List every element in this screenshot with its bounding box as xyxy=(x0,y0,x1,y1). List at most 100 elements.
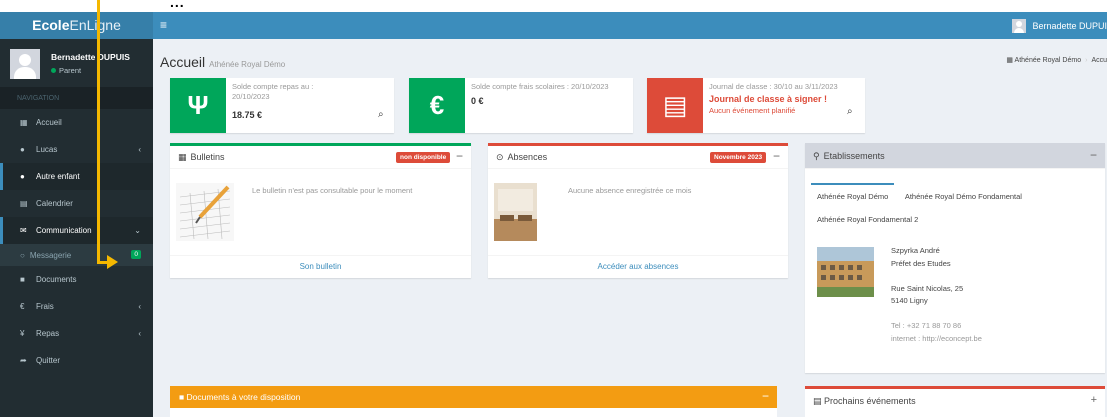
messagerie-badge: 0 xyxy=(131,250,141,259)
expand-icon[interactable]: + xyxy=(1091,394,1097,406)
online-dot-icon xyxy=(51,68,56,73)
contact-street: Rue Saint Nicolas, 25 xyxy=(891,284,964,293)
documents-header: ■ Documents à votre disposition − xyxy=(170,386,777,408)
book-icon: ▤ xyxy=(647,78,703,133)
search-icon[interactable]: ⌕ xyxy=(847,106,853,117)
etablissements-box: ⚲ Etablissements − Athénée Royal Démo Ath… xyxy=(805,143,1105,373)
collapse-icon[interactable]: − xyxy=(456,149,463,163)
classroom-illustration xyxy=(494,183,537,241)
absences-footer-link[interactable]: Accéder aux absences xyxy=(488,255,788,278)
repas-value: 18.75 € xyxy=(232,110,263,120)
contact-web[interactable]: internet : http://econcept.be xyxy=(891,334,982,343)
bulletins-box: ▦ Bulletins non disponible − Le bulletin … xyxy=(170,143,471,278)
contact-role: Préfet des Etudes xyxy=(891,259,951,268)
tab-athenee-royal-fondamental-2[interactable]: Athénée Royal Fondamental 2 xyxy=(811,208,924,231)
info-box-frais[interactable]: € Solde compte frais scolaires : 20/10/2… xyxy=(409,78,633,133)
bars-icon[interactable]: ≡ xyxy=(160,18,167,32)
chevron-left-icon: ‹ xyxy=(138,145,141,154)
folder-icon: ■ xyxy=(179,392,187,402)
prochains-title: ▤ Prochains événements xyxy=(813,396,916,406)
header-user-name: Bernadette DUPUI xyxy=(1032,21,1107,31)
cutlery-icon: ¥ xyxy=(20,329,25,338)
sidebar-item-quitter[interactable]: ➦ Quitter xyxy=(0,347,153,374)
annotation-line-vertical xyxy=(97,0,100,264)
search-icon[interactable]: ⌕ xyxy=(378,109,384,120)
annotation-text: ... xyxy=(170,0,185,10)
journal-sub: Aucun événement planifié xyxy=(709,106,796,115)
breadcrumb-item[interactable]: Athénée Royal Démo xyxy=(1015,57,1082,64)
documents-title: ■ Documents à votre disposition xyxy=(179,392,301,402)
tab-athenee-royal-demo[interactable]: Athénée Royal Démo xyxy=(811,183,895,208)
brand-light: EnLigne xyxy=(69,17,121,33)
frais-label: Solde compte frais scolaires : 20/10/202… xyxy=(471,82,609,91)
tab-athenee-royal-demo-fondamental[interactable]: Athénée Royal Démo Fondamental xyxy=(899,185,1028,208)
bulletins-footer-link[interactable]: Son bulletin xyxy=(170,255,471,278)
map-marker-icon: ⚲ xyxy=(813,151,820,161)
users-icon: ● xyxy=(20,172,25,181)
sidebar-item-frais[interactable]: € Frais ‹ xyxy=(0,293,153,320)
sidebar-item-communication[interactable]: ✉ Communication ⌄ xyxy=(0,217,153,244)
absences-message: Aucune absence enregistrée ce mois xyxy=(568,186,692,195)
brand-bold: Ecole xyxy=(32,17,70,33)
nav-header: NAVIGATION xyxy=(0,87,153,109)
documents-box: ■ Documents à votre disposition − xyxy=(170,386,777,417)
chevron-left-icon: ‹ xyxy=(138,329,141,338)
journal-alert: Journal de classe à signer ! xyxy=(709,94,828,104)
euro-icon: € xyxy=(409,78,465,133)
header-user-menu[interactable]: Bernadette DUPUI xyxy=(1012,16,1107,36)
breadcrumb-current: Accu xyxy=(1091,57,1107,64)
user-icon: ● xyxy=(20,145,25,154)
euro-icon: € xyxy=(20,302,25,311)
top-strip: ... xyxy=(0,0,1107,12)
sidebar-user-name: Bernadette DUPUIS xyxy=(51,52,130,62)
contact-name: Szpyrka André xyxy=(891,246,940,255)
absences-box: ⊙ Absences Novembre 2023 − Aucune absence… xyxy=(488,143,788,278)
collapse-icon[interactable]: − xyxy=(1090,148,1097,162)
sidebar: Bernadette DUPUIS Parent NAVIGATION ▦ Acc… xyxy=(0,39,153,417)
sidebar-item-autre-enfant[interactable]: ● Autre enfant xyxy=(0,163,153,190)
th-icon: ▦ xyxy=(20,118,28,127)
sidebar-item-calendrier[interactable]: ▤ Calendrier xyxy=(0,190,153,217)
sidebar-item-messagerie[interactable]: ○ Messagerie 0 xyxy=(0,244,153,266)
main-header: EcoleEnLigne ≡ Bernadette DUPUI xyxy=(0,12,1107,39)
bulletins-message: Le bulletin n'est pas consultable pour l… xyxy=(252,186,413,195)
chevron-left-icon: ‹ xyxy=(138,302,141,311)
absences-header: ⊙ Absences Novembre 2023 − xyxy=(488,146,788,169)
avatar xyxy=(1012,19,1027,33)
calendar-icon: ▤ xyxy=(813,396,825,406)
sidebar-item-documents[interactable]: ■ Documents xyxy=(0,266,153,293)
contact-tel: Tel : +32 71 88 70 86 xyxy=(891,321,962,330)
bulletins-title: ▦ Bulletins xyxy=(178,152,225,162)
chevron-down-icon: ⌄ xyxy=(134,226,141,235)
th-icon: ▦ xyxy=(178,152,187,162)
bulletins-header: ▦ Bulletins non disponible − xyxy=(170,146,471,169)
envelope-icon: ✉ xyxy=(20,226,27,235)
info-box-journal[interactable]: ▤ Journal de classe : 30/10 au 3/11/2023… xyxy=(647,78,865,133)
clock-icon: ⊙ xyxy=(496,152,504,162)
avatar xyxy=(10,49,40,79)
collapse-icon[interactable]: − xyxy=(762,389,769,403)
page-title: Accueil Athénée Royal Démo xyxy=(160,54,286,70)
info-box-repas[interactable]: Ψ Solde compte repas au :20/10/2023 18.7… xyxy=(170,78,394,133)
absences-title: ⊙ Absences xyxy=(496,152,548,162)
contact-city: 5140 Ligny xyxy=(891,296,928,305)
sidebar-item-repas[interactable]: ¥ Repas ‹ xyxy=(0,320,153,347)
calendar-icon: ▤ xyxy=(20,199,28,208)
prochains-evenements-box: ▤ Prochains événements + xyxy=(805,386,1105,417)
circle-icon: ○ xyxy=(20,250,25,260)
bulletin-illustration xyxy=(176,183,234,241)
collapse-icon[interactable]: − xyxy=(773,149,780,163)
annotation-arrow-icon xyxy=(107,255,118,269)
month-badge: Novembre 2023 xyxy=(710,152,767,163)
share-icon: ➦ xyxy=(20,356,27,365)
repas-label: Solde compte repas au :20/10/2023 xyxy=(232,82,314,101)
folder-icon: ■ xyxy=(20,275,25,284)
dashboard-icon: ▦ xyxy=(1006,57,1015,64)
content-wrapper: Accueil Athénée Royal Démo ▦ Athénée Roya… xyxy=(153,39,1107,417)
etablissements-title: ⚲ Etablissements xyxy=(813,151,885,161)
sidebar-item-accueil[interactable]: ▦ Accueil xyxy=(0,109,153,136)
journal-label: Journal de classe : 30/10 au 3/11/2023 xyxy=(709,82,838,91)
brand-logo[interactable]: EcoleEnLigne xyxy=(0,12,153,39)
sidebar-item-lucas[interactable]: ● Lucas ‹ xyxy=(0,136,153,163)
cutlery-icon: Ψ xyxy=(170,78,226,133)
